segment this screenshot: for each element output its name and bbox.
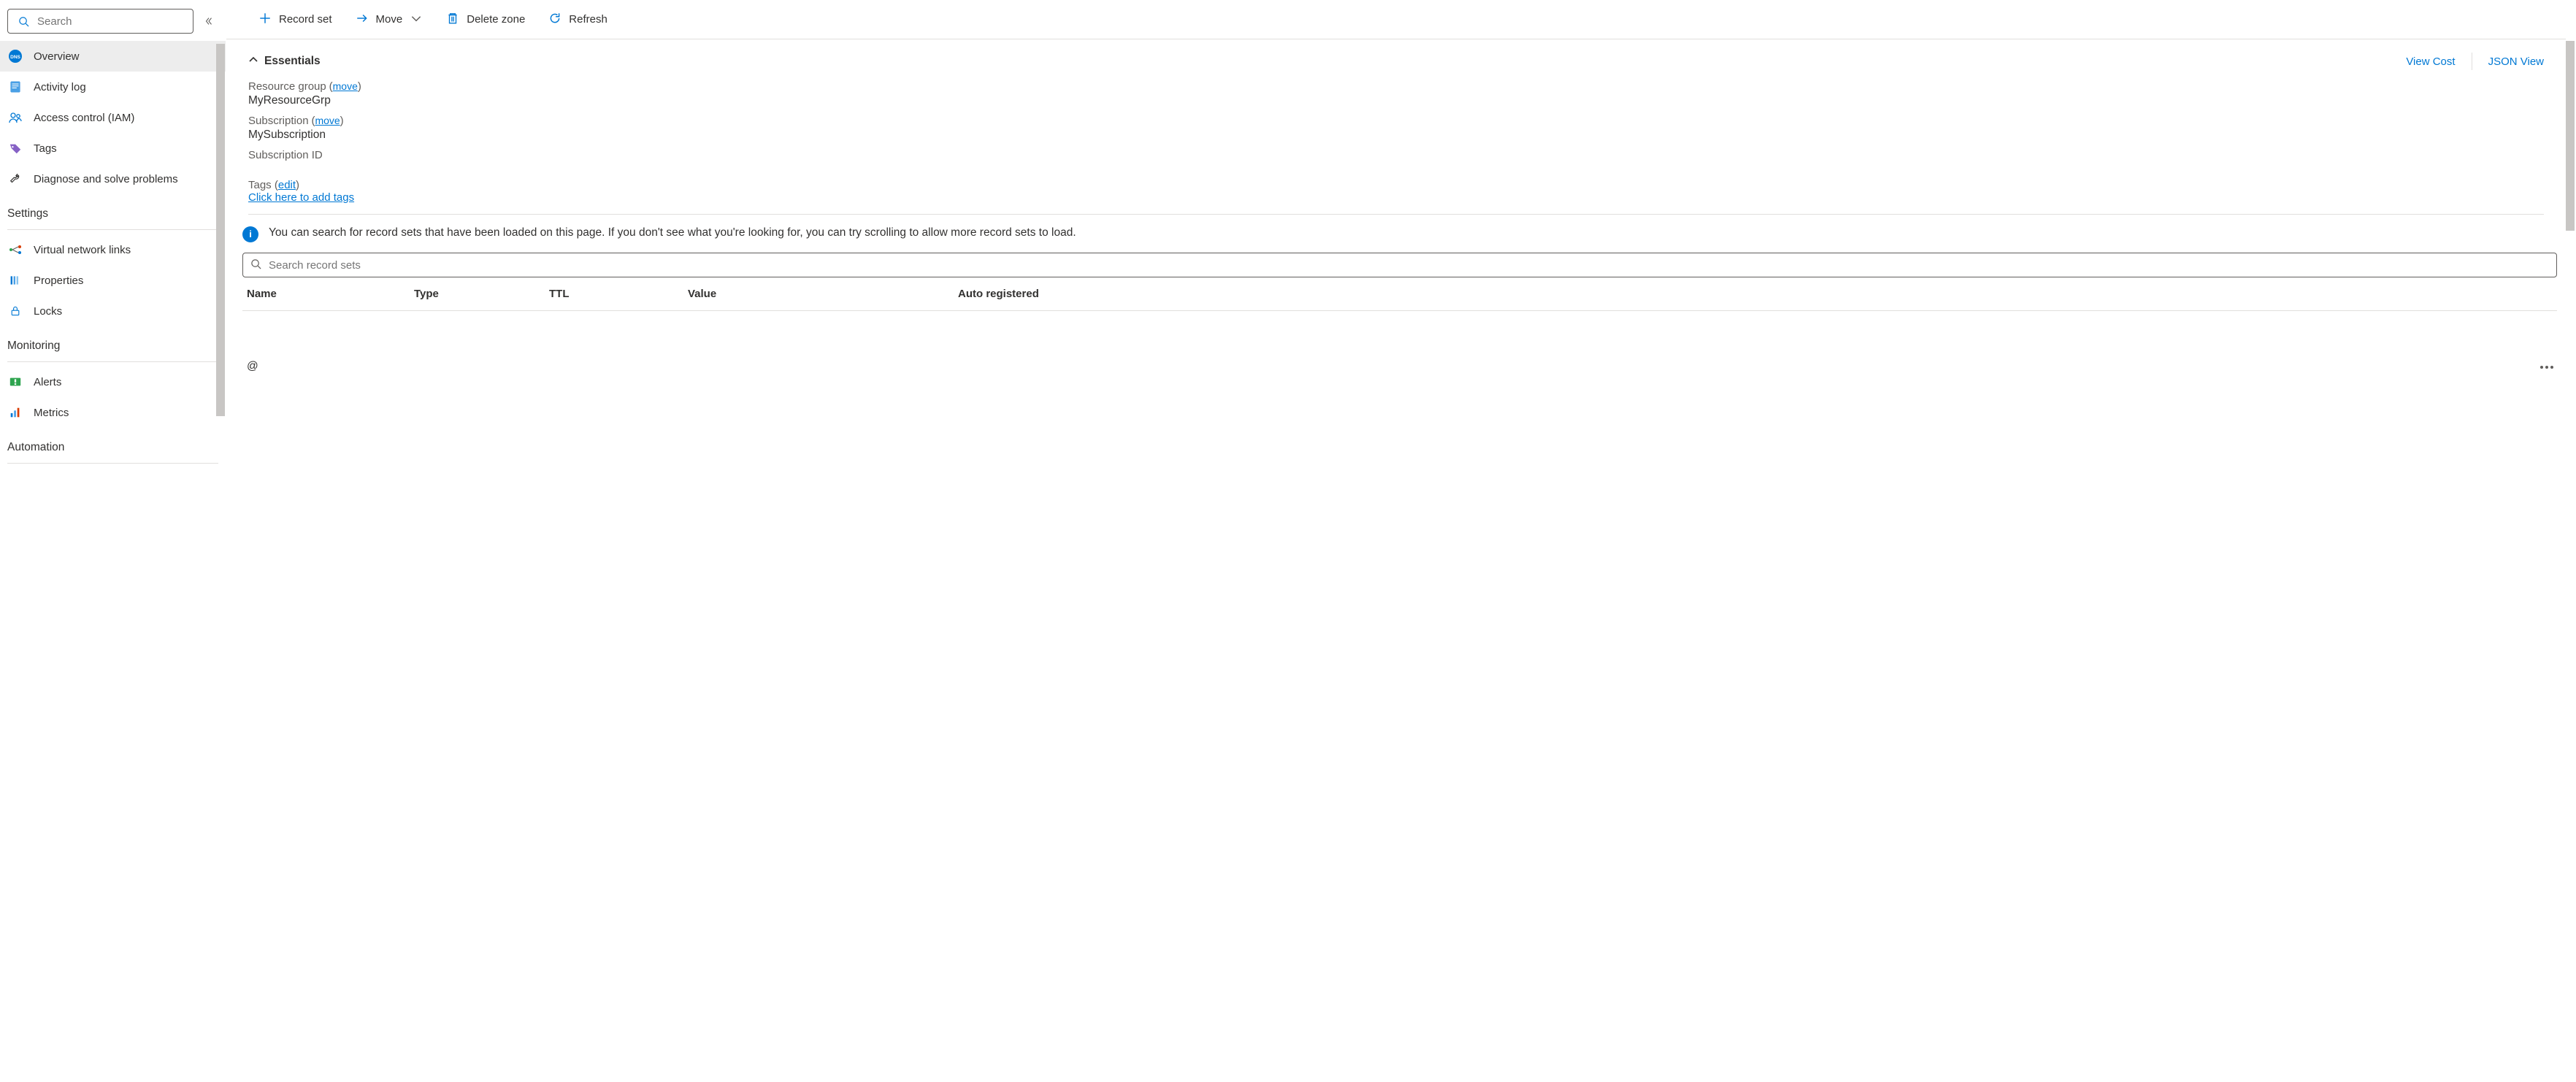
sidebar-item-label: Metrics	[34, 407, 69, 419]
refresh-button[interactable]: Refresh	[538, 7, 618, 32]
sidebar-item-label: Virtual network links	[34, 244, 131, 256]
resource-group-label: Resource group	[248, 80, 326, 93]
tags-edit-link[interactable]: edit	[278, 179, 296, 191]
section-header-monitoring: Monitoring	[0, 326, 226, 358]
activity-log-icon	[7, 79, 23, 95]
info-banner: i You can search for record sets that ha…	[226, 215, 2566, 247]
sidebar-item-label: Tags	[34, 142, 57, 155]
record-sets-table: Name Type TTL Value Auto registered @	[226, 277, 2566, 369]
toolbar-label: Refresh	[569, 13, 607, 26]
info-text: You can search for record sets that have…	[269, 225, 1076, 242]
people-icon	[7, 110, 23, 126]
section-header-automation: Automation	[0, 428, 226, 460]
sidebar-scrollbar[interactable]	[216, 44, 226, 1082]
collapse-sidebar-button[interactable]	[199, 12, 218, 31]
subscription-id-value	[248, 161, 2544, 163]
plus-icon	[258, 12, 272, 28]
col-header-name[interactable]: Name	[242, 288, 414, 300]
resource-group-value: MyResourceGrp	[248, 93, 2544, 107]
chevron-down-icon	[410, 12, 423, 28]
col-header-ttl[interactable]: TTL	[549, 288, 688, 300]
sidebar-item-alerts[interactable]: Alerts	[0, 367, 226, 397]
subscription-id-label: Subscription ID	[248, 149, 323, 161]
search-icon	[15, 13, 31, 29]
divider	[7, 463, 218, 464]
sidebar: DNS Overview Activity log Access control…	[0, 0, 226, 1082]
json-view-link[interactable]: JSON View	[2488, 55, 2544, 68]
subscription-move-link[interactable]: move	[315, 115, 340, 126]
alerts-icon	[7, 374, 23, 390]
section-header-settings: Settings	[0, 194, 226, 226]
move-button[interactable]: Move	[345, 7, 434, 32]
sidebar-item-label: Properties	[34, 275, 83, 287]
record-search[interactable]	[242, 253, 2557, 277]
trash-icon	[446, 12, 459, 28]
main-content: Record set Move Delete zone	[226, 0, 2576, 1082]
essentials-toggle[interactable]: Essentials	[248, 55, 321, 69]
sidebar-item-iam[interactable]: Access control (IAM)	[0, 102, 226, 133]
sidebar-item-locks[interactable]: Locks	[0, 296, 226, 326]
properties-icon	[7, 272, 23, 288]
toolbar-label: Record set	[279, 13, 332, 26]
sidebar-search[interactable]	[7, 9, 193, 34]
sidebar-item-metrics[interactable]: Metrics	[0, 397, 226, 428]
toolbar-label: Delete zone	[467, 13, 525, 26]
resource-group-move-link[interactable]: move	[333, 80, 358, 92]
main-scrollbar[interactable]	[2566, 41, 2576, 1082]
record-search-input[interactable]	[269, 259, 2549, 272]
metrics-icon	[7, 404, 23, 421]
svg-text:DNS: DNS	[10, 55, 20, 60]
tags-label: Tags	[248, 179, 272, 191]
sidebar-item-label: Access control (IAM)	[34, 112, 134, 124]
row-context-menu-button[interactable]	[2539, 360, 2557, 373]
subscription-label: Subscription	[248, 115, 309, 127]
sidebar-item-activity-log[interactable]: Activity log	[0, 72, 226, 102]
refresh-icon	[548, 12, 561, 28]
sidebar-item-tags[interactable]: Tags	[0, 133, 226, 164]
sidebar-item-properties[interactable]: Properties	[0, 265, 226, 296]
divider	[7, 229, 218, 230]
tag-icon	[7, 140, 23, 156]
delete-zone-button[interactable]: Delete zone	[436, 7, 535, 32]
dns-zone-icon: DNS	[7, 48, 23, 64]
sidebar-item-vnet-links[interactable]: Virtual network links	[0, 234, 226, 265]
sidebar-item-label: Activity log	[34, 81, 86, 93]
sidebar-item-label: Overview	[34, 50, 80, 63]
sidebar-item-label: Locks	[34, 305, 62, 318]
col-header-auto[interactable]: Auto registered	[958, 288, 2557, 300]
lock-icon	[7, 303, 23, 319]
arrow-right-icon	[356, 12, 369, 28]
network-links-icon	[7, 242, 23, 258]
sidebar-item-diagnose[interactable]: Diagnose and solve problems	[0, 164, 226, 194]
cell-name: @	[242, 360, 414, 373]
sidebar-item-label: Alerts	[34, 376, 61, 388]
divider	[7, 361, 218, 362]
sidebar-search-input[interactable]	[37, 15, 185, 28]
info-icon: i	[242, 226, 258, 242]
sidebar-item-overview[interactable]: DNS Overview	[0, 41, 226, 72]
subscription-value: MySubscription	[248, 127, 2544, 142]
view-cost-link[interactable]: View Cost	[2406, 55, 2455, 68]
record-set-button[interactable]: Record set	[248, 7, 342, 32]
chevron-up-icon	[248, 55, 258, 69]
col-header-value[interactable]: Value	[688, 288, 958, 300]
toolbar: Record set Move Delete zone	[226, 0, 2566, 39]
search-icon	[250, 258, 261, 272]
wrench-icon	[7, 171, 23, 187]
table-row[interactable]: @	[242, 311, 2557, 369]
col-header-type[interactable]: Type	[414, 288, 549, 300]
essentials-title-label: Essentials	[264, 55, 321, 68]
sidebar-item-label: Diagnose and solve problems	[34, 173, 178, 185]
add-tags-link[interactable]: Click here to add tags	[248, 191, 354, 204]
toolbar-label: Move	[376, 13, 403, 26]
